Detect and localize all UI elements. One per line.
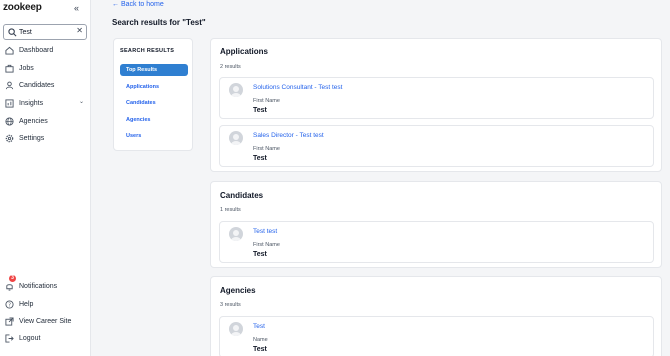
result-title-link[interactable]: Test xyxy=(253,323,265,330)
section-title: Agencies xyxy=(220,286,256,295)
clear-search-icon[interactable]: ✕ xyxy=(76,26,83,35)
filter-top-results[interactable]: Top Results xyxy=(120,64,188,76)
avatar-icon xyxy=(229,227,243,241)
nav-help[interactable]: ? Help xyxy=(0,296,90,312)
field-label: First Name xyxy=(253,242,280,248)
result-card: Solutions Consultant - Test test First N… xyxy=(219,77,654,119)
field-value: Test xyxy=(253,346,267,353)
field-label: First Name xyxy=(253,98,280,104)
notification-badge: 3 xyxy=(9,275,16,282)
filter-applications[interactable]: Applications xyxy=(120,81,188,93)
nav-label: Help xyxy=(19,300,34,308)
nav-agencies[interactable]: Agencies xyxy=(0,113,90,129)
search-icon xyxy=(8,28,17,37)
field-label: Name xyxy=(253,337,268,343)
result-count: 2 results xyxy=(220,64,241,70)
nav-dashboard[interactable]: Dashboard xyxy=(0,42,90,58)
user-icon xyxy=(5,81,14,89)
nav-label: View Career Site xyxy=(19,317,72,325)
section-title: Candidates xyxy=(220,191,264,200)
field-value: Test xyxy=(253,251,267,258)
result-count: 3 results xyxy=(220,302,241,308)
nav-label: Agencies xyxy=(19,117,48,125)
filter-agencies[interactable]: Agencies xyxy=(120,114,188,126)
agencies-section: Agencies 3 results Test Name Test xyxy=(210,276,662,356)
result-card: Test Name Test xyxy=(219,316,654,356)
search-box[interactable]: ✕ xyxy=(3,24,87,40)
svg-text:?: ? xyxy=(8,302,11,308)
external-link-icon xyxy=(5,316,14,326)
app-logo[interactable]: zookeep xyxy=(3,2,42,13)
field-value: Test xyxy=(253,155,267,162)
home-icon xyxy=(5,46,14,55)
chevron-down-icon[interactable]: ⌄ xyxy=(79,98,84,105)
globe-icon xyxy=(5,116,14,126)
applications-section: Applications 2 results Solutions Consult… xyxy=(210,38,662,172)
nav-label: Dashboard xyxy=(19,46,54,54)
candidates-section: Candidates 1 results Test test First Nam… xyxy=(210,181,662,268)
avatar-icon xyxy=(229,322,243,336)
avatar-icon xyxy=(229,83,243,97)
search-filters-card: SEARCH RESULTS Top Results Applications … xyxy=(113,38,193,151)
nav-view-career-site[interactable]: View Career Site xyxy=(0,313,90,329)
result-title-link[interactable]: Test test xyxy=(253,228,277,235)
result-title-link[interactable]: Solutions Consultant - Test test xyxy=(253,84,342,91)
nav-label: Logout xyxy=(19,334,41,342)
result-count: 1 results xyxy=(220,207,241,213)
search-input[interactable] xyxy=(19,27,74,38)
filter-users[interactable]: Users xyxy=(120,130,188,142)
briefcase-icon xyxy=(5,64,14,73)
gear-icon xyxy=(5,134,14,142)
result-title-link[interactable]: Sales Director - Test test xyxy=(253,132,324,139)
avatar-icon xyxy=(229,131,243,145)
nav-insights[interactable]: Insights ⌄ xyxy=(0,95,90,111)
nav-candidates[interactable]: Candidates xyxy=(0,77,90,93)
back-to-home-link[interactable]: ← Back to home xyxy=(112,1,164,8)
nav-label: Settings xyxy=(19,134,45,142)
field-value: Test xyxy=(253,107,267,114)
section-title: Applications xyxy=(220,47,269,56)
page-title: Search results for "Test" xyxy=(112,18,206,27)
result-card: Sales Director - Test test First Name Te… xyxy=(219,125,654,167)
logout-icon xyxy=(5,333,14,343)
filter-candidates[interactable]: Candidates xyxy=(120,97,188,109)
bell-icon xyxy=(6,283,13,291)
help-icon: ? xyxy=(5,299,14,309)
filters-title: SEARCH RESULTS xyxy=(120,48,175,54)
collapse-sidebar-icon[interactable]: « xyxy=(74,3,79,13)
nav-label: Jobs xyxy=(19,64,34,72)
nav-logout[interactable]: Logout xyxy=(0,330,90,346)
nav-notifications[interactable]: 3 Notifications xyxy=(0,275,90,294)
nav-label: Notifications xyxy=(19,282,58,290)
result-card: Test test First Name Test xyxy=(219,221,654,263)
field-label: First Name xyxy=(253,146,280,152)
nav-jobs[interactable]: Jobs xyxy=(0,60,90,76)
nav-label: Insights xyxy=(19,99,44,107)
sidebar: zookeep « ✕ Dashboard Jobs Candidates In… xyxy=(0,0,91,356)
nav-settings[interactable]: Settings xyxy=(0,130,90,146)
nav-label: Candidates xyxy=(19,81,55,89)
chart-icon xyxy=(5,98,14,108)
